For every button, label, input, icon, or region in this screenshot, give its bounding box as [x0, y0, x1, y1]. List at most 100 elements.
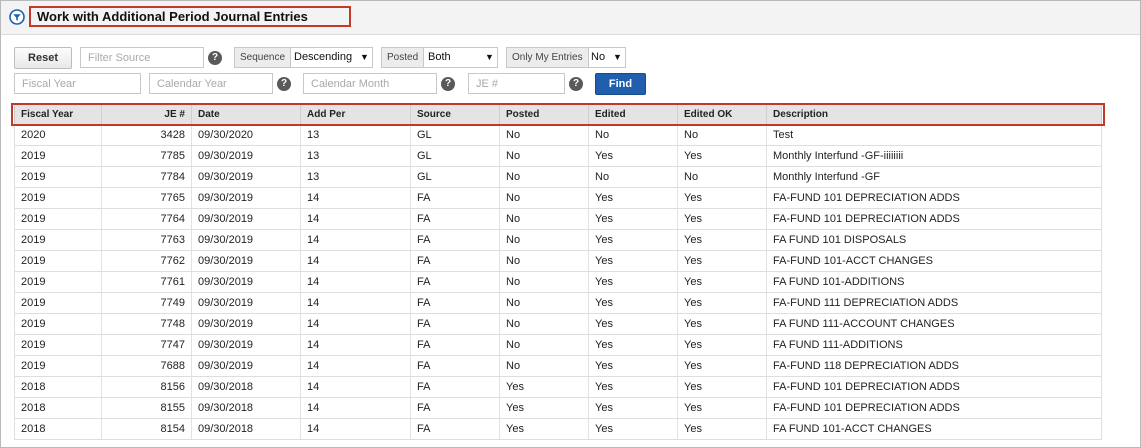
table-row[interactable]: 2018 8156 09/30/2018 14 FA Yes Yes Yes FA-FUND 1…: [14, 377, 1102, 398]
column-header-fiscal-year[interactable]: Fiscal Year: [15, 105, 102, 124]
column-header-je-number[interactable]: JE #: [102, 105, 192, 124]
cell-description: Monthly Interfund -GF-iiiiiiii: [773, 150, 904, 162]
column-header-date[interactable]: Date: [192, 105, 301, 124]
cell-add-per: 13: [301, 146, 411, 166]
cell-edited: Yes: [589, 251, 678, 271]
cell-edited: Yes: [589, 398, 678, 418]
filter-source-help-icon[interactable]: ?: [208, 51, 222, 65]
chevron-down-icon: ▼: [485, 52, 494, 62]
cell-edited-ok: No: [678, 167, 767, 187]
calendar-year-input[interactable]: [149, 73, 273, 94]
cell-edited-ok: Yes: [678, 356, 767, 376]
cell-edited: Yes: [589, 356, 678, 376]
reset-button[interactable]: Reset: [14, 47, 72, 69]
cell-edited-ok: Yes: [678, 146, 767, 166]
cell-description: FA-FUND 101-ACCT CHANGES: [773, 255, 933, 267]
table-row[interactable]: 2018 8155 09/30/2018 14 FA Yes Yes Yes FA-FUND 1…: [14, 398, 1102, 419]
table-row[interactable]: 2019 7785 09/30/2019 13 GL No Yes Yes Monthly In…: [14, 146, 1102, 167]
cell-date: 09/30/2018: [192, 419, 301, 439]
cell-je-number: 3428: [102, 125, 192, 145]
filter-toggle-icon[interactable]: [9, 9, 25, 25]
cell-description: FA-FUND 101 DEPRECIATION ADDS: [773, 213, 960, 225]
cell-fiscal-year: 2018: [15, 419, 102, 439]
table-row[interactable]: 2019 7748 09/30/2019 14 FA No Yes Yes FA FUND 11…: [14, 314, 1102, 335]
column-header-description[interactable]: Description: [767, 105, 1101, 124]
cell-description: FA-FUND 101 DEPRECIATION ADDS: [773, 192, 960, 204]
table-row[interactable]: 2019 7747 09/30/2019 14 FA No Yes Yes FA FUND 11…: [14, 335, 1102, 356]
title-highlight: Work with Additional Period Journal Entr…: [29, 6, 351, 27]
calendar-year-help-icon[interactable]: ?: [277, 77, 291, 91]
cell-description: FA-FUND 111 DEPRECIATION ADDS: [773, 297, 959, 309]
cell-posted: No: [500, 188, 589, 208]
cell-edited: Yes: [589, 209, 678, 229]
cell-date: 09/30/2018: [192, 377, 301, 397]
cell-date: 09/30/2019: [192, 146, 301, 166]
cell-fiscal-year: 2019: [15, 356, 102, 376]
table-row[interactable]: 2019 7749 09/30/2019 14 FA No Yes Yes FA-FUND 11…: [14, 293, 1102, 314]
cell-add-per: 14: [301, 398, 411, 418]
only-my-entries-label: Only My Entries: [507, 48, 589, 67]
only-my-entries-value: No: [591, 51, 606, 63]
cell-date: 09/30/2020: [192, 125, 301, 145]
calendar-month-input[interactable]: [303, 73, 437, 94]
cell-edited-ok: Yes: [678, 188, 767, 208]
cell-add-per: 14: [301, 419, 411, 439]
table-row[interactable]: 2019 7688 09/30/2019 14 FA No Yes Yes FA-FUND 11…: [14, 356, 1102, 377]
filter-source-input[interactable]: [80, 47, 204, 68]
cell-edited: Yes: [589, 335, 678, 355]
cell-source: GL: [411, 146, 500, 166]
cell-fiscal-year: 2019: [15, 167, 102, 187]
cell-add-per: 14: [301, 230, 411, 250]
cell-date: 09/30/2019: [192, 188, 301, 208]
cell-je-number: 7784: [102, 167, 192, 187]
table-header-row: Fiscal Year JE # Date Add Per Source Posted Ed…: [14, 104, 1102, 125]
cell-add-per: 14: [301, 209, 411, 229]
column-header-edited-ok[interactable]: Edited OK: [678, 105, 767, 124]
cell-edited: Yes: [589, 293, 678, 313]
cell-add-per: 13: [301, 167, 411, 187]
table-row[interactable]: 2019 7763 09/30/2019 14 FA No Yes Yes FA FUND 10…: [14, 230, 1102, 251]
cell-description: FA-FUND 101 DEPRECIATION ADDS: [773, 381, 960, 393]
table-row[interactable]: 2019 7764 09/30/2019 14 FA No Yes Yes FA-FUND 10…: [14, 209, 1102, 230]
cell-posted: No: [500, 251, 589, 271]
table-row[interactable]: 2019 7762 09/30/2019 14 FA No Yes Yes FA-FUND 10…: [14, 251, 1102, 272]
cell-source: FA: [411, 230, 500, 250]
cell-source: FA: [411, 398, 500, 418]
cell-description: FA FUND 101-ACCT CHANGES: [773, 423, 932, 435]
only-my-entries-select[interactable]: Only My Entries No ▼: [506, 47, 626, 68]
cell-edited-ok: Yes: [678, 398, 767, 418]
cell-je-number: 8154: [102, 419, 192, 439]
calendar-month-help-icon[interactable]: ?: [441, 77, 455, 91]
cell-edited-ok: No: [678, 125, 767, 145]
table-row[interactable]: 2018 8154 09/30/2018 14 FA Yes Yes Yes FA FUND 1…: [14, 419, 1102, 440]
cell-posted: Yes: [500, 398, 589, 418]
cell-description: FA FUND 111-ADDITIONS: [773, 339, 903, 351]
chevron-down-icon: ▼: [613, 52, 622, 62]
cell-edited-ok: Yes: [678, 335, 767, 355]
column-header-source[interactable]: Source: [411, 105, 500, 124]
cell-posted: No: [500, 335, 589, 355]
je-number-input[interactable]: [468, 73, 565, 94]
cell-add-per: 14: [301, 272, 411, 292]
cell-je-number: 7747: [102, 335, 192, 355]
table-row[interactable]: 2019 7761 09/30/2019 14 FA No Yes Yes FA FUND 10…: [14, 272, 1102, 293]
column-header-posted[interactable]: Posted: [500, 105, 589, 124]
posted-label: Posted: [382, 48, 425, 67]
column-header-edited[interactable]: Edited: [589, 105, 678, 124]
cell-je-number: 7761: [102, 272, 192, 292]
cell-fiscal-year: 2018: [15, 377, 102, 397]
sequence-select[interactable]: Sequence Descending ▼: [234, 47, 373, 68]
fiscal-year-input[interactable]: [14, 73, 141, 94]
column-header-add-per[interactable]: Add Per: [301, 105, 411, 124]
title-bar: Work with Additional Period Journal Entr…: [1, 1, 1140, 35]
table-row[interactable]: 2019 7784 09/30/2019 13 GL No No No Monthly Inte…: [14, 167, 1102, 188]
table-row[interactable]: 2019 7765 09/30/2019 14 FA No Yes Yes FA-FUND 10…: [14, 188, 1102, 209]
cell-posted: No: [500, 167, 589, 187]
cell-posted: No: [500, 293, 589, 313]
find-button[interactable]: Find: [595, 73, 646, 95]
cell-date: 09/30/2019: [192, 356, 301, 376]
posted-select[interactable]: Posted Both ▼: [381, 47, 498, 68]
cell-date: 09/30/2019: [192, 272, 301, 292]
table-row[interactable]: 2020 3428 09/30/2020 13 GL No No No Test: [14, 125, 1102, 146]
je-number-help-icon[interactable]: ?: [569, 77, 583, 91]
